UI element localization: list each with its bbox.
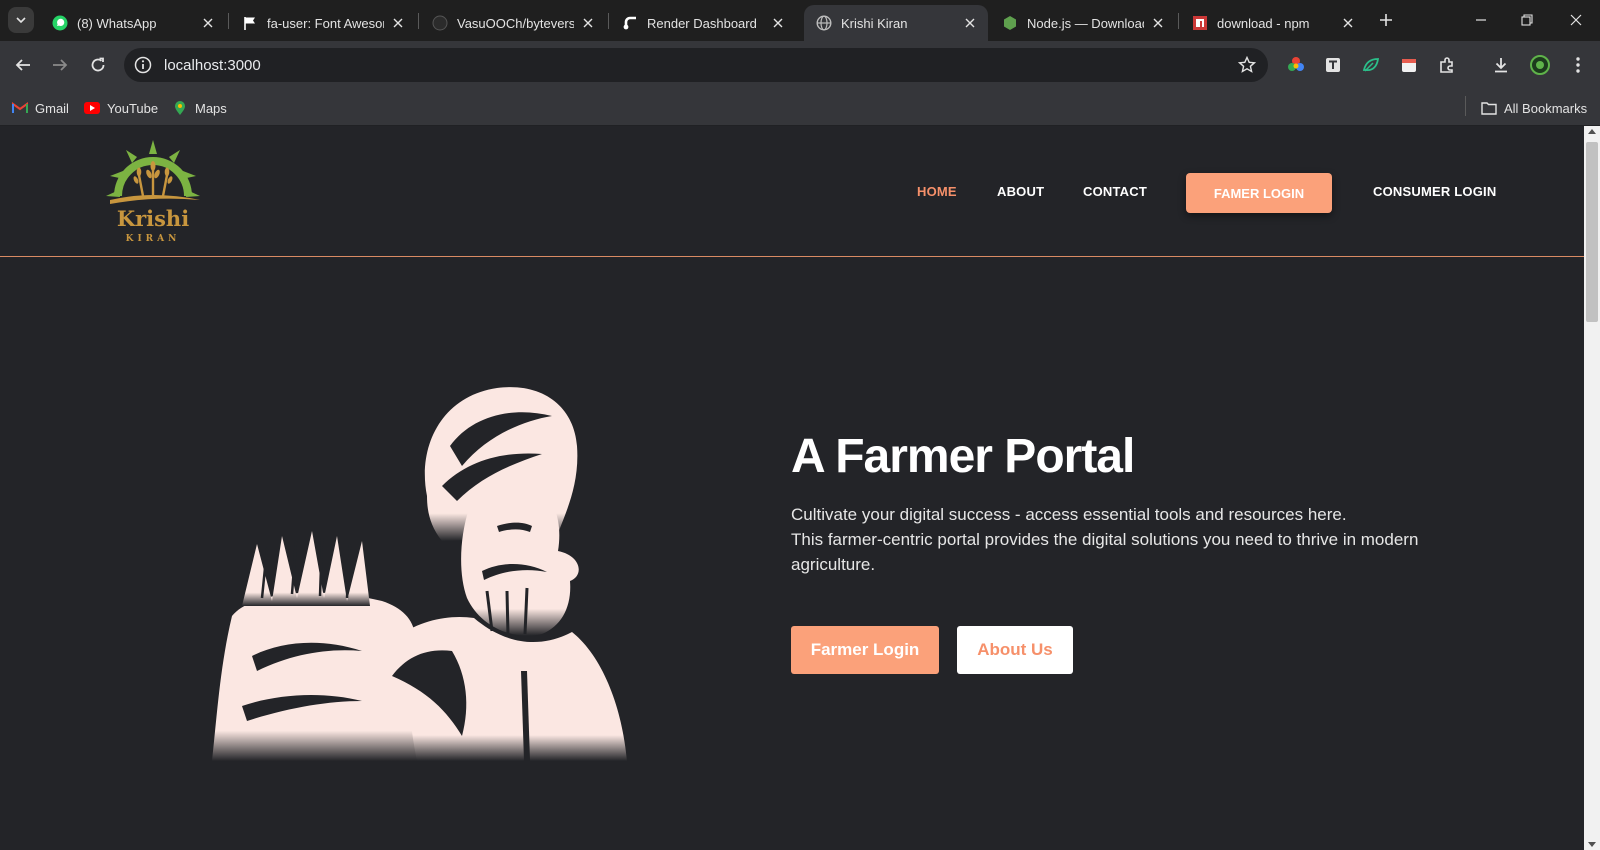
farmer-illustration [212,387,627,761]
site-info-icon[interactable] [134,56,152,74]
profile-avatar-icon[interactable] [1530,55,1550,75]
tab-font-awesome[interactable]: fa-user: Font Awesome [230,5,416,41]
folder-icon [1481,100,1497,116]
hero-description: Cultivate your digital success - access … [791,502,1471,577]
hero-line-1: Cultivate your digital success - access … [791,505,1347,524]
github-icon [432,15,448,31]
farmer-login-button[interactable]: Farmer Login [791,626,939,674]
render-icon [622,15,638,31]
whatsapp-icon [52,15,68,31]
tab-krishi-kiran[interactable]: Krishi Kiran [804,5,988,41]
calendar-extension-icon[interactable] [1399,55,1419,75]
download-icon[interactable] [1491,55,1511,75]
tab-npm[interactable]: download - npm [1180,5,1366,41]
close-icon[interactable] [390,15,406,31]
close-icon [1570,14,1582,26]
nav-consumer-login[interactable]: CONSUMER LOGIN [1373,184,1496,199]
close-icon[interactable] [200,15,216,31]
flag-icon [242,15,258,31]
bookmarks-bar: Gmail YouTube Maps All Bookmarks [0,90,1600,126]
chevron-down-icon [16,17,26,24]
close-icon[interactable] [962,15,978,31]
tab-title: Render Dashboard [647,15,757,31]
leaf-extension-icon[interactable] [1361,55,1381,75]
tab-whatsapp[interactable]: (8) WhatsApp [40,5,226,41]
text-extension-icon[interactable] [1323,55,1343,75]
site-header: Krishi KIRAN HOME ABOUT CONTACT FAMER LO… [0,126,1584,257]
gmail-icon [12,100,28,116]
plus-icon [1380,14,1392,26]
bookmark-label: Maps [195,100,227,116]
nav-about[interactable]: ABOUT [997,184,1044,199]
forward-button[interactable] [48,53,72,77]
hero-line-2: This farmer-centric portal provides the … [791,530,1419,574]
arrow-right-icon [53,59,68,71]
about-us-button[interactable]: About Us [957,626,1073,674]
tab-strip: (8) WhatsApp fa-user: Font Awesome VasuO… [0,0,1600,41]
tab-nodejs[interactable]: Node.js — Download [990,5,1176,41]
scroll-up-arrow-icon[interactable] [1588,129,1596,134]
close-icon[interactable] [1340,15,1356,31]
scroll-thumb[interactable] [1586,142,1598,322]
bookmark-gmail[interactable]: Gmail [12,98,69,118]
bookmark-label: Gmail [35,100,69,116]
bookmark-star-icon[interactable] [1238,56,1256,74]
page-scrollbar[interactable] [1584,126,1600,850]
page-viewport: Krishi KIRAN HOME ABOUT CONTACT FAMER LO… [0,126,1584,850]
nav-home[interactable]: HOME [917,184,957,199]
address-bar[interactable]: localhost:3000 [124,48,1268,82]
logo-wordmark: Krishi [116,206,190,231]
nav-contact[interactable]: CONTACT [1083,184,1147,199]
minimize-icon [1476,19,1486,21]
extensions-puzzle-icon[interactable] [1437,55,1457,75]
close-icon[interactable] [770,15,786,31]
bookmark-maps[interactable]: Maps [172,98,227,118]
url-text[interactable]: localhost:3000 [164,57,261,74]
back-button[interactable] [11,53,35,77]
hero-title: A Farmer Portal [791,430,1135,483]
tab-search-button[interactable] [8,7,34,33]
youtube-icon [84,100,100,116]
restore-icon [1521,14,1533,26]
close-window-button[interactable] [1565,9,1587,31]
tab-title: Node.js — Download [1027,15,1144,31]
browser-toolbar: localhost:3000 [0,41,1600,90]
scroll-down-arrow-icon[interactable] [1588,842,1596,847]
logo-tagline: KIRAN [125,234,181,244]
nav-farmer-login-button[interactable]: FAMER LOGIN [1186,173,1332,213]
new-tab-button[interactable] [1376,10,1396,30]
bookmark-label: YouTube [107,100,159,116]
tab-title: VasuOOCh/byteverse [457,15,574,31]
bookmark-youtube[interactable]: YouTube [84,98,158,118]
tab-title: (8) WhatsApp [77,15,157,31]
close-icon[interactable] [1150,15,1166,31]
npm-icon [1192,15,1208,31]
tab-title: Krishi Kiran [841,15,908,31]
menu-kebab-icon[interactable] [1568,55,1588,75]
nodejs-icon [1002,15,1018,31]
reload-button[interactable] [86,53,110,77]
maps-icon [172,100,188,116]
tab-title: fa-user: Font Awesome [267,15,384,31]
close-icon[interactable] [580,15,596,31]
tab-render[interactable]: Render Dashboard [610,5,796,41]
all-bookmarks-label: All Bookmarks [1504,100,1588,116]
minimize-button[interactable] [1470,9,1492,31]
color-picker-extension-icon[interactable] [1286,55,1306,75]
restore-button[interactable] [1516,9,1538,31]
reload-icon [91,57,105,72]
all-bookmarks-button[interactable]: All Bookmarks [1481,98,1587,118]
globe-icon [816,15,832,31]
arrow-left-icon [15,59,30,71]
tab-github[interactable]: VasuOOCh/byteverse [420,5,606,41]
tab-title: download - npm [1217,15,1310,31]
